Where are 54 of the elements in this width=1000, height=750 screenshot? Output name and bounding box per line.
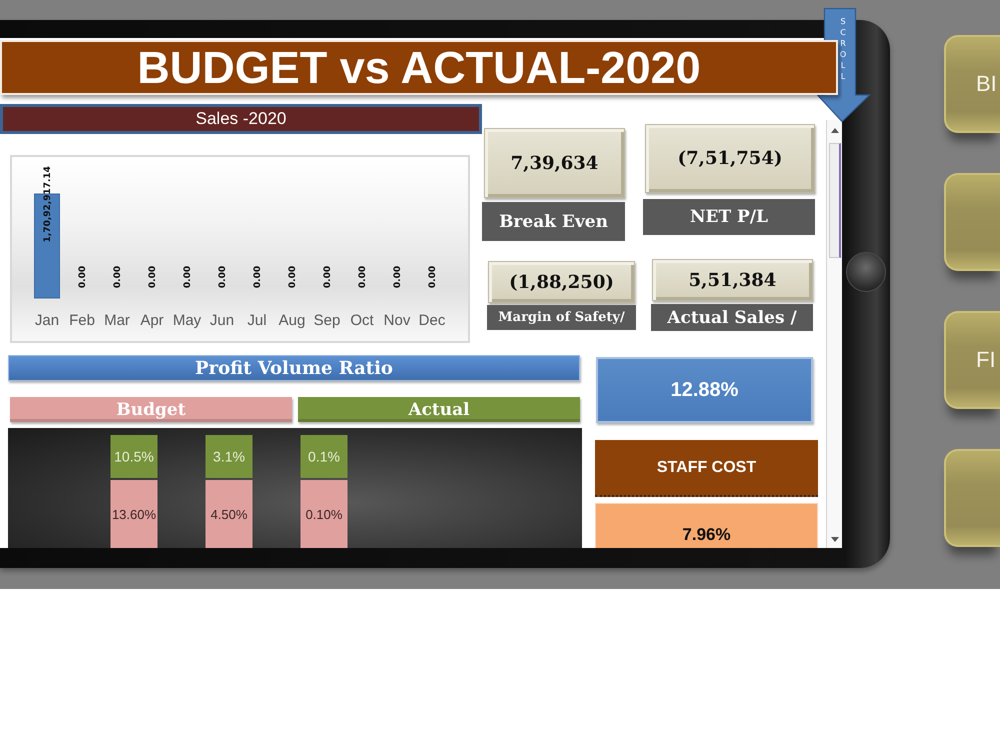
month-label: Oct <box>350 312 374 329</box>
value-label: 0.10% <box>306 507 342 522</box>
month-label: Sep <box>314 312 340 329</box>
month-label: Dec <box>418 312 446 329</box>
value-label: 4.50% <box>210 507 248 522</box>
value-label: 0.00 <box>183 266 193 288</box>
value-label: 0.00 <box>323 266 333 288</box>
kpi-value: (1,88,250) <box>488 261 635 303</box>
nav-button[interactable]: FI <box>944 311 1000 409</box>
value-label: 0.00 <box>148 266 158 288</box>
value-label: 10.5% <box>114 448 154 464</box>
value-label: 0.00 <box>393 266 403 288</box>
scrollbar[interactable] <box>826 120 842 548</box>
month-label: Jan <box>34 312 60 329</box>
kpi-label: Break Even <box>482 202 625 241</box>
value-label: 0.00 <box>358 266 368 288</box>
kpi-value: 7,39,634 <box>484 128 625 198</box>
value-label: 0.00 <box>218 266 228 288</box>
value-label: 13.60% <box>112 507 156 522</box>
month-label: Jul <box>247 312 267 329</box>
scroll-arrow: SCROLL <box>815 8 871 123</box>
kpi-value: 5,51,384 <box>652 259 813 301</box>
scroll-up-icon[interactable] <box>830 128 838 133</box>
ratio-value: 12.88% <box>596 357 813 423</box>
month-label: Mar <box>104 312 130 329</box>
value-label: 0.00 <box>428 266 438 288</box>
month-label: Nov <box>384 312 410 329</box>
value-label: 0.00 <box>288 266 298 288</box>
value-label: 3.1% <box>213 448 245 464</box>
kpi-label: NET P/L <box>643 199 815 235</box>
scroll-down-icon[interactable] <box>830 537 838 542</box>
chart-title-bar: Sales -2020 <box>0 104 482 134</box>
kpi-label: Margin of Safety/ <box>487 305 636 330</box>
value-label: 0.00 <box>113 266 123 288</box>
nav-button[interactable]: BI <box>944 35 1000 133</box>
series-header: Actual <box>298 397 580 422</box>
value-label: 0.1% <box>308 448 340 464</box>
month-label: Jun <box>210 312 234 329</box>
dashboard-title: BUDGET vs ACTUAL-2020 <box>0 40 838 95</box>
kpi-value: (7,51,754) <box>645 124 815 193</box>
scrollbar-thumb[interactable] <box>828 143 840 258</box>
month-label: May <box>172 312 202 329</box>
value-label: 1,70,92,917.14 <box>43 166 53 242</box>
value-label: 0.00 <box>78 266 88 288</box>
series-header: Budget <box>10 397 292 422</box>
staff-cost-value: 7.96% <box>595 503 818 548</box>
month-label: Aug <box>278 312 306 329</box>
month-label: Feb <box>69 312 95 329</box>
section-title-bar: Profit Volume Ratio <box>8 355 580 381</box>
home-button[interactable] <box>846 252 886 292</box>
staff-cost-label: STAFF COST <box>595 440 818 497</box>
month-label: Apr <box>140 312 164 329</box>
value-label: 0.00 <box>253 266 263 288</box>
kpi-label: Actual Sales / <box>651 304 813 331</box>
